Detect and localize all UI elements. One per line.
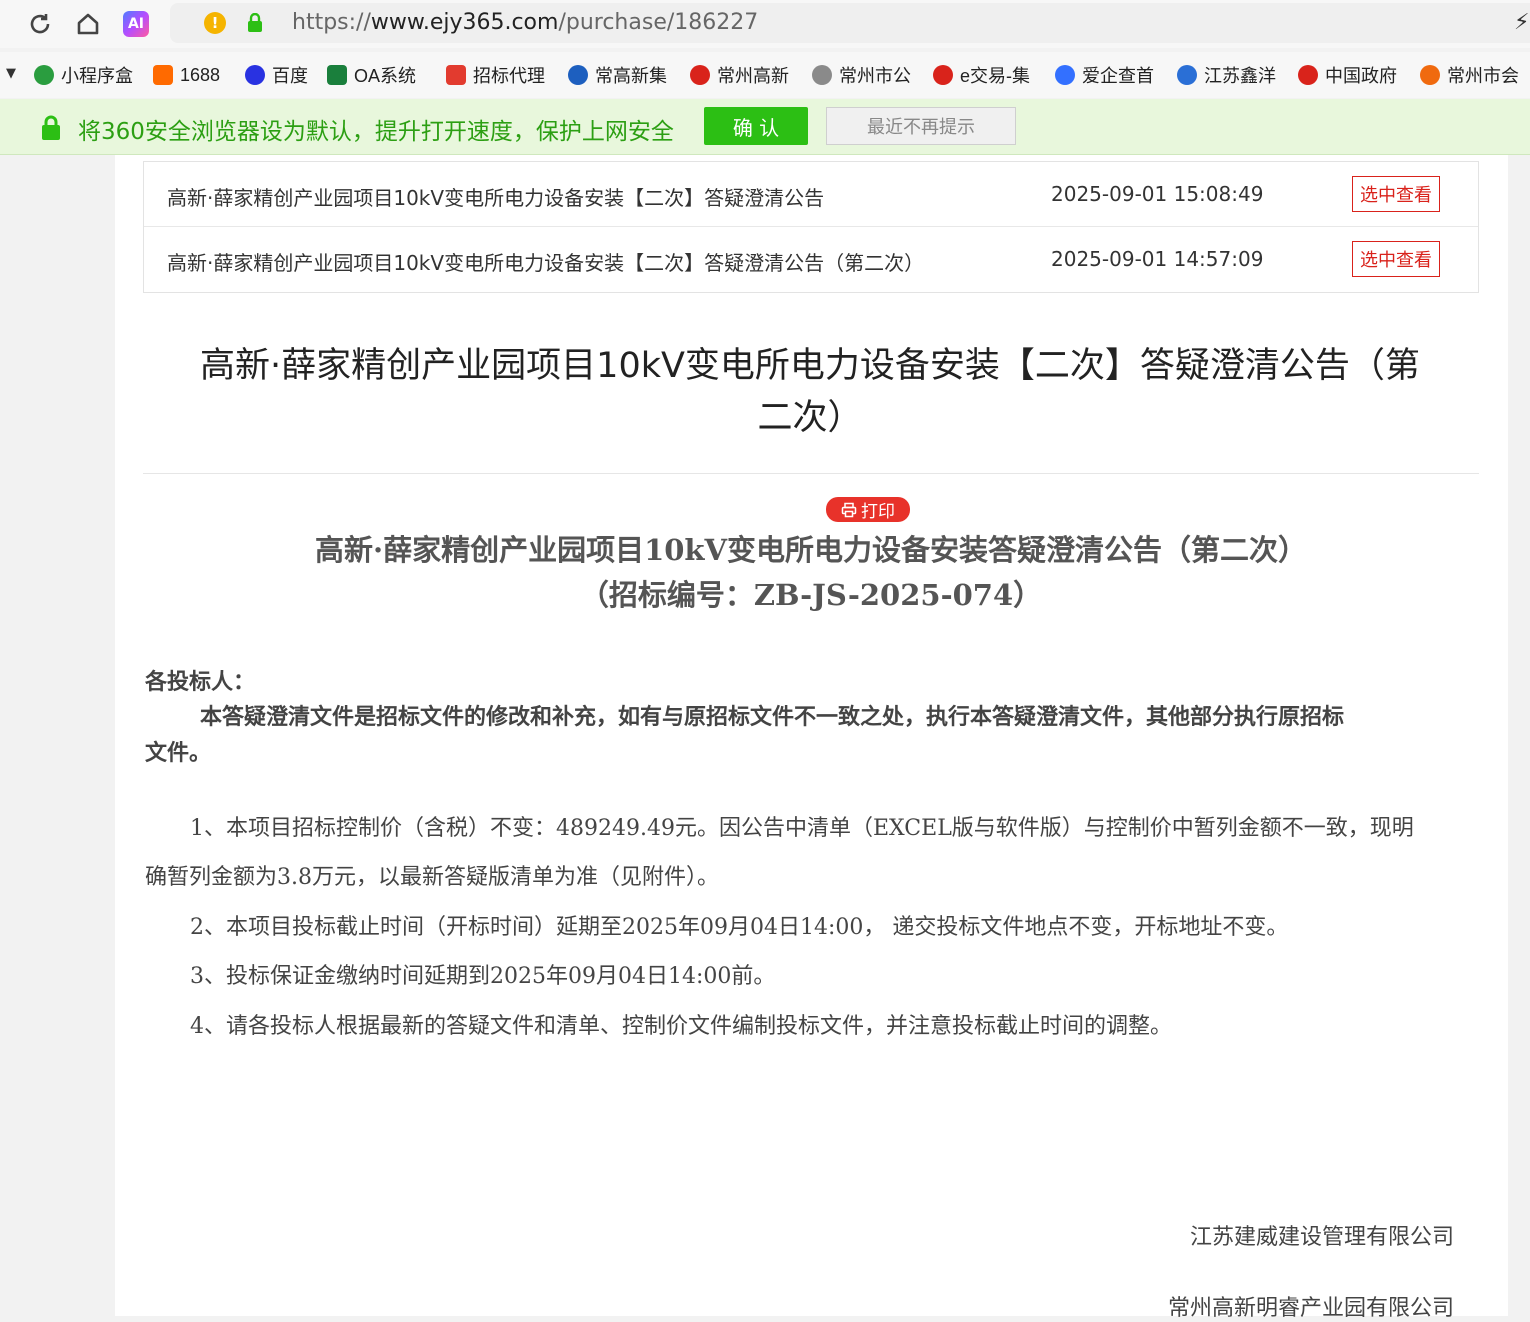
url-text[interactable]: https://www.ejy365.com/purchase/186227 xyxy=(292,10,758,35)
clause-4: 4、请各投标人根据最新的答疑文件和清单、控制价文件编制投标文件，并注意投标截止时… xyxy=(190,1014,1173,1039)
view-button[interactable]: 选中查看 xyxy=(1352,176,1440,212)
ai-assistant-icon[interactable]: AI xyxy=(120,8,152,40)
signatory-owner: 常州高新明睿产业园有限公司 xyxy=(1168,1296,1455,1321)
bookmark-label: 小程序盒 xyxy=(61,66,133,86)
bookmark-label: 1688 xyxy=(180,64,221,85)
notice-title[interactable]: 高新·薛家精创产业园项目10kV变电所电力设备安装【二次】答疑澄清公告（第二次） xyxy=(167,247,924,276)
bookmark-label: 江苏鑫洋 xyxy=(1204,66,1276,86)
bookmark-item[interactable]: OA系统 xyxy=(327,62,420,88)
bookmark-label: 常州市公 xyxy=(839,66,911,86)
notice-time: 2025-09-01 14:57:09 xyxy=(1051,247,1264,271)
lock-icon[interactable] xyxy=(246,12,264,37)
reload-icon[interactable] xyxy=(24,8,56,40)
baidu-paw-icon xyxy=(245,65,265,85)
bookmark-label: 招标代理 xyxy=(473,66,545,86)
bookmark-item[interactable]: 爱企查首 xyxy=(1055,62,1154,88)
notice-title[interactable]: 高新·薛家精创产业园项目10kV变电所电力设备安装【二次】答疑澄清公告 xyxy=(167,182,824,211)
bookmark-item[interactable]: 小程序盒 xyxy=(34,62,133,88)
bookmark-label: 常州市会 xyxy=(1447,66,1519,86)
bookmarks-dropdown-icon[interactable]: ▼ xyxy=(6,66,16,81)
bookmark-item[interactable]: 常州高新 xyxy=(690,62,789,88)
salutation: 各投标人： xyxy=(145,669,256,695)
url-domain: www.ejy365.com xyxy=(370,10,559,35)
bookmark-item[interactable]: e交易-集 xyxy=(933,62,1032,88)
bookmark-item[interactable]: 江苏鑫洋 xyxy=(1177,62,1276,88)
notice-time: 2025-09-01 15:08:49 xyxy=(1051,182,1264,206)
notice-row[interactable]: 高新·薛家精创产业园项目10kV变电所电力设备安装【二次】答疑澄清公告 2025… xyxy=(144,162,1478,227)
bookmark-label: OA系统 xyxy=(354,66,417,86)
page-title: 高新·薛家精创产业园项目10kV变电所电力设备安装【二次】答疑澄清公告（第 二次… xyxy=(160,340,1460,444)
bookmark-item[interactable]: 常州市公 xyxy=(812,62,911,88)
signatory-agency: 江苏建威建设管理有限公司 xyxy=(1190,1225,1455,1250)
notice-list: 高新·薛家精创产业园项目10kV变电所电力设备安装【二次】答疑澄清公告 2025… xyxy=(143,161,1479,293)
bookmark-label: e交易-集 xyxy=(960,66,1031,86)
dismiss-banner-button[interactable]: 最近不再提示 xyxy=(826,107,1016,145)
clause-2: 2、本项目投标截止时间（开标时间）延期至2025年09月04日14:00， 递交… xyxy=(190,915,1289,940)
print-label: 打印 xyxy=(861,502,895,522)
ejy-icon xyxy=(933,65,953,85)
tender-code: （招标编号：ZB-JS-2025-074） xyxy=(579,578,1043,612)
intro-text: 文件。 xyxy=(145,740,212,766)
content-panel xyxy=(115,155,1508,1316)
bookmark-label: 中国政府 xyxy=(1325,66,1397,86)
xinyang-icon xyxy=(1177,65,1197,85)
pdf-icon xyxy=(446,65,466,85)
lightning-icon[interactable]: ⚡ xyxy=(1514,10,1529,35)
alibaba-icon xyxy=(153,65,173,85)
warning-shield-icon[interactable]: ! xyxy=(204,12,226,34)
aiqicha-icon xyxy=(1055,65,1075,85)
divider xyxy=(143,473,1479,474)
banner-message: 将360安全浏览器设为默认，提升打开速度，保护上网安全 xyxy=(78,119,674,145)
document-title: 高新·薛家精创产业园项目10kV变电所电力设备安装答疑澄清公告（第二次） xyxy=(314,533,1308,567)
clause-1: 1、本项目招标控制价（含税）不变：489249.49元。因公告中清单（EXCEL… xyxy=(190,816,1414,841)
bookmark-item[interactable]: 1688 xyxy=(153,62,226,88)
printer-icon xyxy=(841,502,857,517)
print-button[interactable]: 打印 xyxy=(826,497,910,522)
globe-icon xyxy=(812,65,832,85)
bookmark-item[interactable]: 百度 xyxy=(245,62,312,88)
confirm-default-button[interactable]: 确 认 xyxy=(704,107,808,145)
bookmarks-bar: ▼ 小程序盒 1688 百度 OA系统 招标代理 常高新集 常州高新 常州市公 … xyxy=(0,52,1530,98)
notice-row[interactable]: 高新·薛家精创产业园项目10kV变电所电力设备安装【二次】答疑澄清公告（第二次）… xyxy=(144,227,1478,292)
default-browser-banner: 将360安全浏览器设为默认，提升打开速度，保护上网安全 确 认 最近不再提示 xyxy=(0,99,1530,155)
oa-icon xyxy=(327,65,347,85)
miniprogram-icon xyxy=(34,65,54,85)
home-icon[interactable] xyxy=(72,8,104,40)
bookmark-label: 常高新集 xyxy=(595,66,667,86)
lock-icon xyxy=(40,115,62,145)
bookmark-item[interactable]: 常高新集 xyxy=(568,62,667,88)
bookmark-item[interactable]: 招标代理 xyxy=(446,62,545,88)
bookmark-label: 常州高新 xyxy=(717,66,789,86)
url-scheme: https:// xyxy=(292,10,371,35)
view-button[interactable]: 选中查看 xyxy=(1352,241,1440,277)
browser-toolbar: AI ! https://www.ejy365.com/purchase/186… xyxy=(0,0,1530,48)
czgx-seal-icon xyxy=(690,65,710,85)
chgx-icon xyxy=(568,65,588,85)
bookmark-label: 爱企查首 xyxy=(1082,66,1154,86)
ai-label: AI xyxy=(123,11,149,37)
clause-1-cont: 确暂列金额为3.8万元，以最新答疑版清单为准（见附件）。 xyxy=(145,865,719,890)
bookmark-item[interactable]: 中国政府 xyxy=(1298,62,1397,88)
page-title-line: 二次） xyxy=(757,398,863,438)
page-title-line: 高新·薛家精创产业园项目10kV变电所电力设备安装【二次】答疑澄清公告（第 xyxy=(200,346,1420,386)
czsh-icon xyxy=(1420,65,1440,85)
national-emblem-icon xyxy=(1298,65,1318,85)
bookmark-label: 百度 xyxy=(272,66,308,86)
bookmark-item[interactable]: 常州市会 xyxy=(1420,62,1519,88)
intro-text: 本答疑澄清文件是招标文件的修改和补充，如有与原招标文件不一致之处，执行本答疑澄清… xyxy=(200,704,1345,730)
clause-3: 3、投标保证金缴纳时间延期到2025年09月04日14:00前。 xyxy=(190,964,776,989)
url-path: /purchase/186227 xyxy=(558,10,759,35)
document-heading: 高新·薛家精创产业园项目10kV变电所电力设备安装答疑澄清公告（第二次） （招标… xyxy=(143,528,1479,618)
